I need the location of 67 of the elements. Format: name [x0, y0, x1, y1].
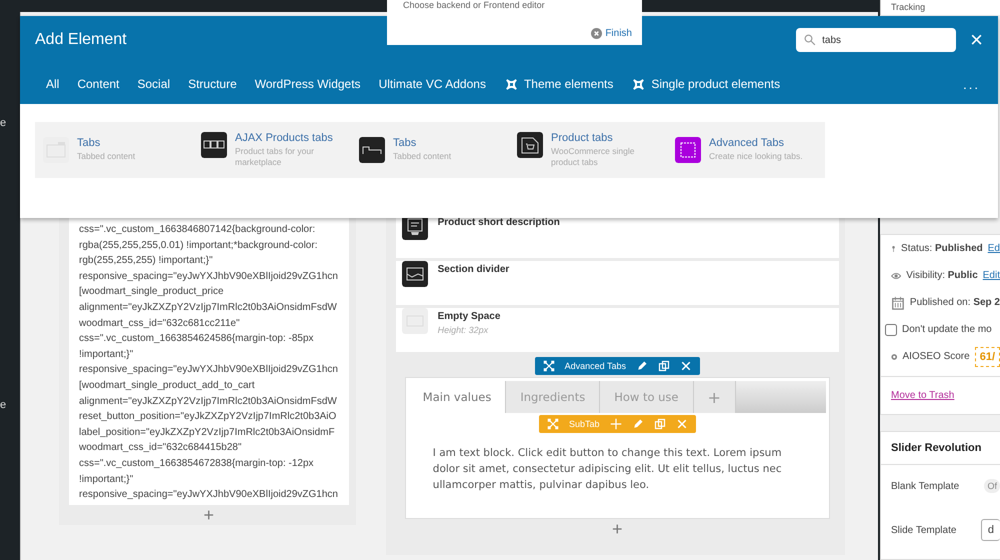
tab-panel-icon: [201, 132, 227, 158]
edit-link[interactable]: Edit: [982, 270, 1000, 281]
category-tab[interactable]: Social: [128, 77, 180, 91]
element-title: Empty Space: [438, 310, 500, 322]
search-icon: [804, 34, 816, 46]
element-option[interactable]: AJAX Products tabs Product tabs for your marketplace: [193, 131, 351, 169]
plus-icon: [610, 418, 622, 430]
search-field[interactable]: tabs: [796, 28, 956, 52]
element-option[interactable]: Tabs Tabbed content: [351, 136, 509, 164]
category-tab[interactable]: Single product elements: [622, 76, 790, 92]
blank-box-icon: [402, 308, 428, 334]
sidebar-text: Tracking: [880, 0, 1000, 15]
close-icon: [680, 360, 692, 372]
more-button[interactable]: ...: [963, 76, 980, 92]
toggle-switch[interactable]: Of: [984, 479, 1000, 493]
copy-icon: [658, 360, 670, 372]
pencil-icon: [632, 418, 644, 430]
element-title: Product short description: [438, 216, 560, 228]
pencil-icon: [636, 360, 648, 372]
tab-panel-icon: [675, 137, 701, 163]
field-label: Slide Template: [891, 524, 956, 536]
field-label: Blank Template: [891, 480, 960, 492]
element-title: Section divider: [438, 263, 510, 275]
element-option[interactable]: Product tabs WooCommerce single product tabs: [509, 131, 667, 169]
toolbar-label: SubTab: [569, 419, 600, 429]
copy-icon: [654, 418, 666, 430]
category-tab[interactable]: Ultimate VC Addons: [370, 77, 495, 91]
close-circle-icon: [591, 28, 602, 39]
tab-panel-icon: [359, 137, 385, 163]
visibility-text: Visibility: Public: [906, 270, 978, 281]
dialog-title: Add Element: [35, 31, 127, 49]
element-option[interactable]: Advanced Tabs Create nice looking tabs.: [667, 136, 825, 164]
status-text: Status: Published: [901, 243, 983, 254]
calendar-icon: [891, 296, 905, 310]
knot-icon: [631, 76, 646, 92]
element-option[interactable]: Tabs Tabbed content: [35, 136, 193, 164]
popup-text: Choose backend or Frontend editor: [403, 0, 545, 10]
cross-arrows-icon: [542, 360, 555, 372]
finish-button[interactable]: Finish: [591, 28, 632, 45]
edit-link[interactable]: Ed: [988, 243, 1000, 254]
score-badge: 61/: [974, 346, 1000, 366]
menu-label[interactable]: e: [0, 117, 20, 129]
knot-icon: [504, 76, 519, 92]
menu-label[interactable]: e: [0, 399, 20, 411]
category-tab[interactable]: Structure: [179, 77, 246, 91]
panel-title: Slider Revolution: [881, 432, 1000, 465]
cross-arrows-icon: [547, 418, 560, 430]
published-date-text: Published on: Sep 2: [910, 297, 1000, 308]
tab[interactable]: Main values: [408, 381, 506, 413]
category-tab[interactable]: Content: [68, 77, 128, 91]
cart-icon: [517, 132, 543, 158]
code-text: css=".vc_custom_1663846807142{background-color: rgba(255,255,255,0.01) !important;*background-color: rgb(255,255,255) !important;}" responsive_spacing="eyJwYXJhbV90eXBlIjoid29vZG1hcn [woodmart_single_product_price alignment="eyJkZXZpY2VzIjp7ImRlc2t0b3AiOnsidmFsdW woodmart_css_id="632c681cc211e" css=".vc_custom_1663854624586{margin-top: -85px !important;}" responsive_spacing="eyJwYXJhbV90eXBlIjoid29vZG1hcn [woodmart_single_product_add_to_cart alignment="eyJkZXZpY2VzIjp7ImRlc2t0b3AiOnsidmFsdW reset_button_position="eyJkZXZpY2VzIjp7ImRlc2t0b3AiO label_position="eyJkZXZpY2VzIjp7ImRlc2t0b3AiOnsidmF woodmart_css_id="632c684415b28" css=".vc_custom_1663854672838{margin-top: -12px !important;}" responsive_spacing="eyJwYXJhbV90eXBlIjoid29vZG1hcn: [69, 218, 349, 505]
add-button[interactable]: +: [608, 519, 627, 539]
element-detail: Height: 32px: [438, 324, 490, 335]
close-button[interactable]: ×: [970, 30, 983, 50]
checkbox[interactable]: [885, 324, 897, 336]
checkbox-label: Don't update the mo: [902, 324, 992, 335]
category-tab[interactable]: All: [46, 77, 68, 91]
score-label: AIOSEO Score: [902, 351, 970, 362]
body-text: I am text block. Click edit button to change this text. Lorem ipsum dolor sit amet, consectetur adipiscing elit. Ut elit tellus, luctus nec ullamcorper mattis, pulvinar dapibus leo.: [432, 446, 783, 493]
add-button[interactable]: +: [200, 505, 218, 525]
close-icon: [676, 418, 688, 430]
trash-link[interactable]: Move to Trash: [891, 390, 954, 401]
category-tab[interactable]: Theme elements: [494, 76, 622, 92]
category-tab[interactable]: WordPress Widgets: [246, 77, 370, 91]
template-select[interactable]: d: [980, 519, 1000, 541]
toolbar-label: Advanced Tabs: [564, 361, 626, 371]
